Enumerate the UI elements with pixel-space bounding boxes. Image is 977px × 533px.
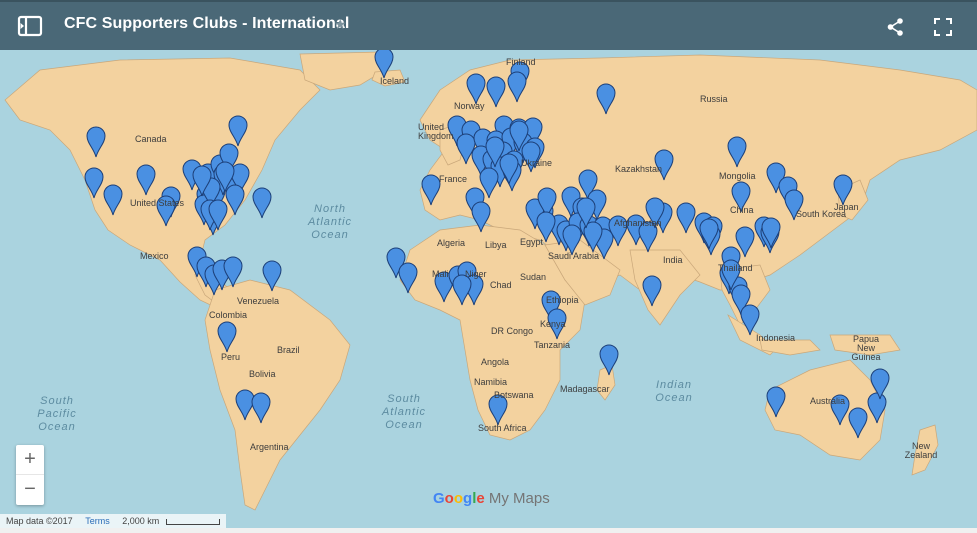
- sidebar-toggle-icon[interactable]: [17, 15, 43, 37]
- label-united-states: United States: [130, 198, 185, 208]
- label-france: France: [439, 174, 468, 184]
- zoom-in-button[interactable]: +: [16, 445, 44, 475]
- label-indonesia: Indonesia: [756, 333, 796, 343]
- label-kazakhstan: Kazakhstan: [615, 164, 663, 174]
- label-south-africa: South Africa: [478, 423, 527, 433]
- label-norway: Norway: [454, 101, 485, 111]
- map-marker-pin[interactable]: [223, 256, 243, 288]
- label-new-zealand: New Zealand: [904, 441, 938, 460]
- label-saudi-arabia: Saudi Arabia: [548, 251, 600, 261]
- google-my-maps-logo: Google My Maps: [433, 490, 550, 507]
- label-bolivia: Bolivia: [249, 369, 276, 379]
- share-icon[interactable]: [885, 16, 907, 38]
- label-ukraine: Ukraine: [521, 158, 553, 168]
- fullscreen-icon[interactable]: [932, 16, 954, 38]
- label-libya: Libya: [485, 240, 507, 250]
- label-niger: Niger: [465, 269, 487, 279]
- label-indian-ocean: Indian Ocean: [655, 379, 693, 404]
- my-maps-wordmark: My Maps: [488, 490, 550, 507]
- label-chad: Chad: [490, 280, 512, 290]
- label-sudan: Sudan: [520, 272, 547, 282]
- label-india: India: [663, 255, 683, 265]
- map-canvas[interactable]: Finland Iceland Norway Russia United Kin…: [0, 50, 977, 528]
- map-data-credit: Map data ©2017: [6, 516, 73, 526]
- google-wordmark: Google: [433, 490, 485, 507]
- label-angola: Angola: [481, 357, 510, 367]
- label-argentina: Argentina: [250, 442, 289, 452]
- label-mali: Mali: [432, 269, 449, 279]
- label-peru: Peru: [221, 352, 241, 362]
- scale-bar: [165, 518, 220, 525]
- scale-label: 2,000 km: [122, 516, 160, 526]
- terms-link[interactable]: Terms: [85, 516, 110, 526]
- label-venezuela: Venezuela: [237, 296, 280, 306]
- label-afghanistan: Afghanistan: [614, 218, 662, 228]
- star-icon[interactable]: ★: [334, 16, 347, 33]
- label-china: China: [730, 205, 754, 215]
- label-tanzania: Tanzania: [534, 340, 571, 350]
- label-botswana: Botswana: [494, 390, 534, 400]
- label-australia: Australia: [810, 396, 846, 406]
- label-egypt: Egypt: [520, 237, 544, 247]
- label-north-atlantic-ocean: North Atlantic Ocean: [307, 203, 353, 241]
- bottom-strip: [0, 528, 977, 533]
- label-south-atlantic-ocean: South Atlantic Ocean: [381, 393, 427, 431]
- label-mexico: Mexico: [140, 251, 169, 261]
- label-canada: Canada: [135, 134, 167, 144]
- label-ethiopia: Ethiopia: [546, 295, 579, 305]
- label-brazil: Brazil: [277, 345, 300, 355]
- label-russia: Russia: [700, 94, 728, 104]
- map-marker-pin[interactable]: [252, 187, 272, 219]
- label-dr-congo: DR Congo: [491, 326, 534, 336]
- zoom-control: + −: [16, 445, 44, 505]
- label-namibia: Namibia: [474, 377, 508, 387]
- label-mongolia: Mongolia: [719, 171, 756, 181]
- label-thailand: Thailand: [718, 263, 753, 273]
- label-colombia: Colombia: [209, 310, 248, 320]
- label-kenya: Kenya: [540, 319, 566, 329]
- zoom-out-button[interactable]: −: [16, 475, 44, 504]
- header-bar: CFC Supporters Clubs - International ★: [0, 0, 977, 50]
- label-japan: Japan: [834, 202, 859, 212]
- label-madagascar: Madagascar: [560, 384, 610, 394]
- map-title: CFC Supporters Clubs - International: [64, 15, 350, 32]
- label-united-kingdom: United Kingdom: [418, 122, 454, 141]
- label-south-pacific-ocean: South Pacific Ocean: [37, 395, 77, 433]
- world-basemap: [4, 50, 977, 511]
- attribution-bar: Map data ©2017 Terms 2,000 km: [0, 514, 226, 528]
- label-papua-new-guinea: Papua New Guinea: [851, 334, 881, 362]
- label-algeria: Algeria: [437, 238, 466, 248]
- label-finland: Finland: [506, 57, 536, 67]
- label-iceland: Iceland: [380, 76, 410, 86]
